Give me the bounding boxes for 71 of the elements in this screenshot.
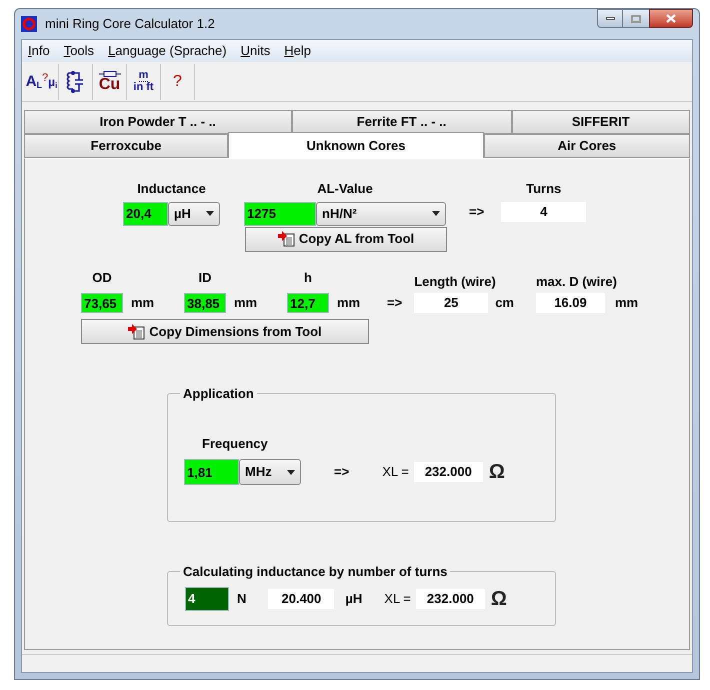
input-field[interactable]: 1275 — [244, 202, 316, 226]
input-field[interactable]: 20,4 — [123, 202, 168, 226]
field-label: XL = — [382, 463, 409, 482]
unit-dropdown[interactable]: MHz — [239, 459, 301, 485]
arrow-text: => — [387, 294, 402, 312]
ohm-symbol: Ω — [488, 460, 505, 485]
tab[interactable]: Ferroxcube — [24, 134, 228, 158]
field-label: h — [303, 268, 313, 286]
group-title: Application — [182, 385, 255, 403]
output-field: 20.400 — [268, 588, 334, 608]
copy-icon — [278, 231, 296, 247]
tab[interactable]: SIFFERIT — [512, 110, 690, 134]
toolbar-button[interactable]: m in ft — [127, 64, 161, 100]
field-label: Inductance — [137, 180, 206, 198]
toolbar-button[interactable]: ? — [161, 64, 195, 100]
ohm-symbol: Ω — [490, 586, 507, 612]
unit-label: mm — [234, 294, 258, 312]
toolbar-button[interactable]: Cu — [93, 64, 127, 100]
maximize-icon — [631, 14, 641, 22]
output-field: 4 — [501, 202, 586, 222]
tab[interactable]: Ferrite FT .. - .. — [292, 110, 512, 134]
app-logo-icon — [21, 16, 37, 32]
field-label: max. D (wire) — [536, 272, 618, 291]
arrow-text: => — [469, 203, 484, 221]
unit-label: cm — [495, 294, 514, 312]
menu-item[interactable]: Help — [284, 41, 311, 61]
unit-label: µH — [345, 590, 362, 608]
copy-icon — [128, 324, 146, 340]
tab[interactable]: Iron Powder T .. - .. — [24, 110, 292, 134]
unit-dropdown[interactable]: µH — [168, 202, 220, 226]
menu-item[interactable]: Info — [28, 41, 50, 61]
menu-item[interactable]: Tools — [64, 41, 94, 61]
group-title: Calculating inductance by number of turns — [182, 563, 448, 581]
unit-label: mm — [614, 294, 638, 312]
minimize-button[interactable] — [597, 9, 623, 28]
help-icon: ? — [173, 74, 182, 90]
field-label: XL = — [384, 590, 411, 608]
unit-label: mm — [131, 294, 156, 312]
minimize-icon — [606, 17, 614, 20]
output-field: 232.000 — [414, 462, 483, 482]
menu-item[interactable]: Units — [240, 41, 270, 61]
unit-label: mm — [337, 294, 362, 312]
copy-dimensions-button[interactable]: Copy Dimensions from Tool — [81, 319, 369, 344]
field-label: Turns — [526, 180, 562, 198]
tab[interactable]: Air Cores — [484, 134, 690, 158]
field-label: Frequency — [202, 434, 269, 453]
input-field[interactable]: 12,7 — [287, 293, 329, 313]
window-title: mini Ring Core Calculator 1.2 — [45, 15, 215, 34]
arrow-text: => — [334, 463, 350, 482]
caret-icon — [432, 211, 440, 216]
close-icon — [666, 14, 676, 23]
input-field[interactable]: 73,65 — [81, 293, 123, 313]
field-label: N — [237, 590, 246, 608]
caret-icon — [206, 211, 214, 216]
field-label: ID — [198, 268, 212, 286]
field-label: Length (wire) — [414, 272, 497, 291]
output-field: 16.09 — [536, 293, 605, 313]
unit-dropdown[interactable]: nH/N² — [316, 202, 446, 226]
maximize-button[interactable] — [623, 9, 649, 28]
close-button[interactable] — [649, 9, 693, 28]
field-label: OD — [91, 268, 113, 286]
copy-al-button[interactable]: Copy AL from Tool — [245, 226, 447, 252]
input-field[interactable]: 1,81 — [184, 459, 239, 485]
field-label: AL-Value — [317, 180, 373, 198]
caret-icon — [287, 470, 295, 474]
input-field[interactable]: 38,85 — [184, 293, 226, 313]
menu-item[interactable]: Language (Sprache) — [108, 41, 227, 61]
tab[interactable]: Unknown Cores — [228, 132, 484, 158]
output-field: 232.000 — [416, 588, 485, 608]
output-field: 25 — [414, 293, 488, 313]
input-field[interactable]: 4 — [185, 586, 229, 610]
